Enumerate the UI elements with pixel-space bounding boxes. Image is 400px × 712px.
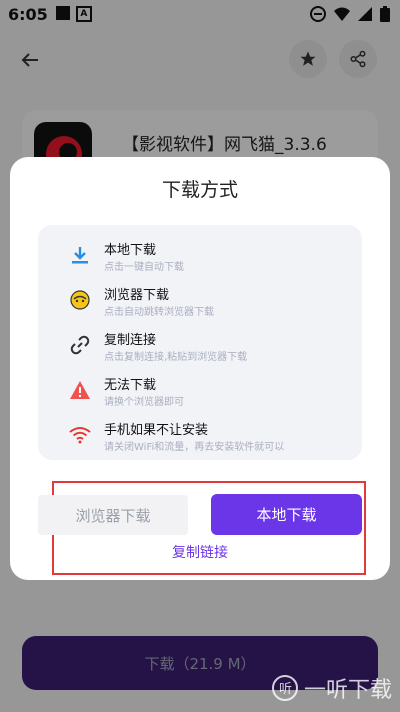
browser-icon [68, 288, 92, 312]
option-title: 手机如果不让安装 [104, 423, 209, 438]
option-title: 本地下载 [104, 243, 157, 258]
download-method-dialog: 下载方式 本地下载 点击一键自动下载 浏览器下载 点击自动跳转浏览器下载 复制连… [10, 157, 390, 580]
svg-text:听: 听 [279, 682, 292, 697]
watermark-logo-icon: 听 [271, 675, 298, 701]
option-install-blocked: 手机如果不让安装 请关闭WiFi和流量，再去安装软件就可以 [38, 415, 362, 455]
option-title: 浏览器下载 [104, 288, 170, 303]
download-options-list: 本地下载 点击一键自动下载 浏览器下载 点击自动跳转浏览器下载 复制连接 点击复… [38, 225, 362, 460]
option-browser-download: 浏览器下载 点击自动跳转浏览器下载 [38, 280, 362, 320]
browser-download-button[interactable]: 浏览器下载 [38, 495, 188, 535]
watermark: 听 一听下载 [271, 672, 392, 704]
local-download-button[interactable]: 本地下载 [211, 494, 362, 535]
option-subtitle: 点击一键自动下载 [104, 262, 184, 273]
dialog-title: 下载方式 [161, 179, 238, 201]
warning-icon [68, 378, 92, 402]
watermark-text: 一听下载 [303, 678, 392, 703]
download-icon [68, 243, 92, 267]
option-subtitle: 请换个浏览器即可 [104, 397, 184, 408]
wifi-icon [68, 423, 92, 447]
copy-link-button[interactable]: 复制链接 [10, 542, 390, 562]
option-cannot-download: 无法下载 请换个浏览器即可 [38, 370, 362, 410]
option-subtitle: 点击复制连接,粘贴到浏览器下载 [104, 352, 248, 363]
option-title: 复制连接 [104, 333, 157, 348]
link-icon [68, 333, 92, 357]
option-subtitle: 点击自动跳转浏览器下载 [104, 307, 214, 318]
option-local-download: 本地下载 点击一键自动下载 [38, 235, 362, 275]
option-copy-link: 复制连接 点击复制连接,粘贴到浏览器下载 [38, 325, 362, 365]
option-title: 无法下载 [104, 378, 157, 393]
option-subtitle: 请关闭WiFi和流量，再去安装软件就可以 [104, 442, 285, 453]
